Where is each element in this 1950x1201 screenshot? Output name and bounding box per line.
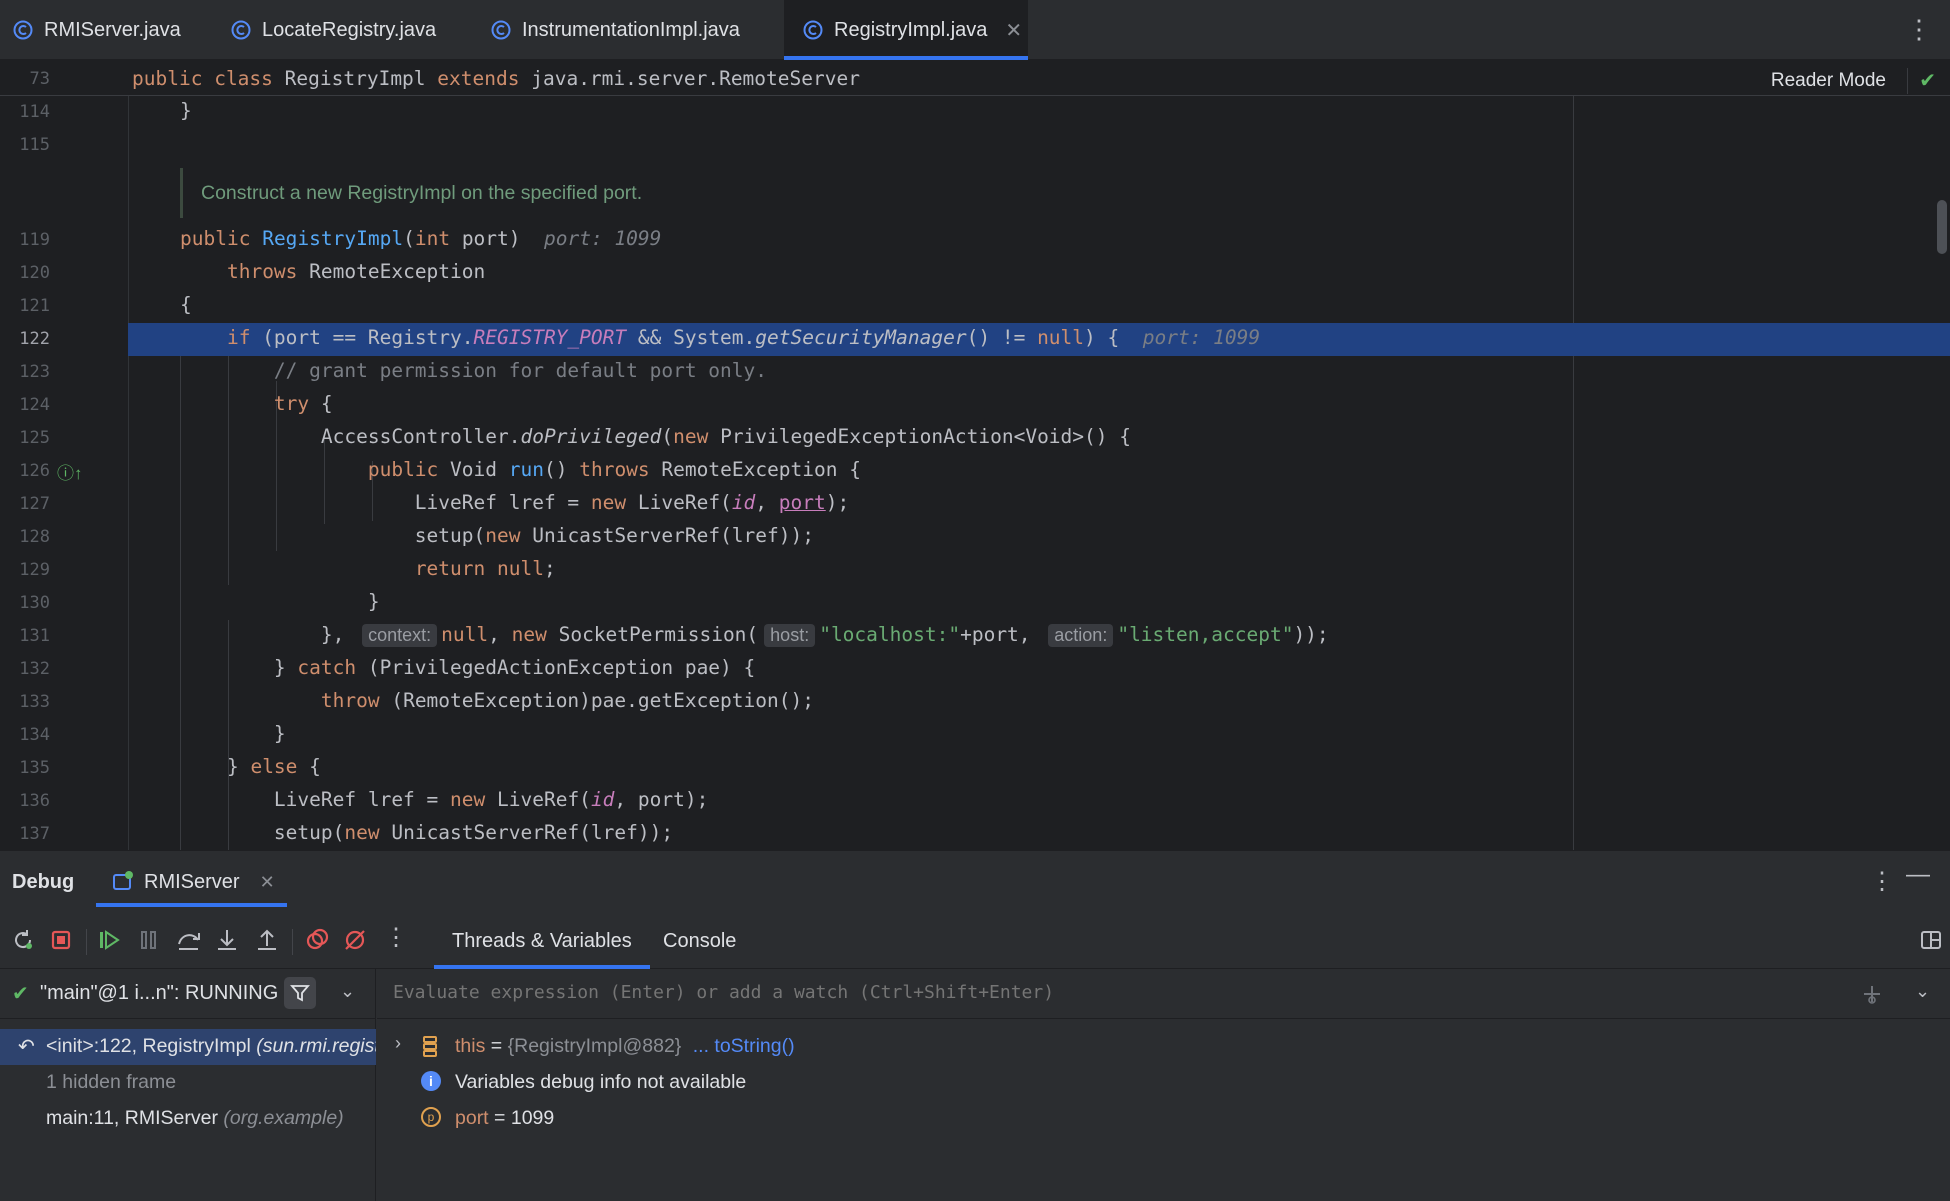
divider	[292, 929, 293, 955]
parameter-hint: action:	[1048, 624, 1114, 647]
debug-header: Debug RMIServer ✕ ⋮ —	[0, 851, 1950, 913]
resume-icon[interactable]	[96, 927, 122, 953]
hidden-frames-item[interactable]: 1 hidden frame	[0, 1065, 376, 1101]
evaluate-expression-input[interactable]	[393, 982, 1793, 1003]
more-options-icon[interactable]: ⋮	[1906, 14, 1932, 45]
close-icon[interactable]: ✕	[1005, 18, 1022, 43]
thread-label: "main"@1 i...n": RUNNING	[40, 982, 279, 1004]
add-watch-icon[interactable]	[1861, 983, 1883, 1005]
debug-tool-window: Debug RMIServer ✕ ⋮ — ⋮ Threads & Variab…	[0, 850, 1950, 1201]
object-field-icon	[423, 1036, 437, 1057]
parameter-hint: context:	[362, 624, 438, 647]
line-number: 73	[29, 69, 50, 89]
chevron-right-icon[interactable]: ›	[395, 1033, 401, 1054]
tab-registryimpl[interactable]: RegistryImpl.java ✕	[784, 0, 1028, 60]
code-line: 133 throw (RemoteException)pae.getExcept…	[19, 689, 814, 712]
debug-session-tab[interactable]: RMIServer ✕	[96, 851, 287, 913]
code-line: 131 }, context: null, new SocketPermissio…	[19, 623, 1329, 647]
code-line: 115	[19, 135, 50, 155]
java-class-icon	[231, 20, 251, 40]
tab-instrumentationimpl[interactable]: InstrumentationImpl.java	[476, 0, 776, 60]
run-config-icon	[113, 871, 133, 890]
code-line: 120 throws RemoteException	[19, 260, 486, 283]
evaluate-expression-bar: ⌄	[377, 969, 1950, 1019]
code-line: 135 } else {	[19, 755, 321, 778]
stack-frame[interactable]: ↶ <init>:122, RegistryImpl (sun.rmi.regi…	[0, 1029, 376, 1065]
tab-locateregistry[interactable]: LocateRegistry.java	[212, 0, 460, 60]
filter-button[interactable]	[284, 977, 316, 1009]
code-line: 136 LiveRef lref = new LiveRef(id, port)…	[19, 788, 709, 811]
checkmark-icon[interactable]: ✔	[1919, 68, 1936, 93]
frames-pane: ✔ "main"@1 i...n": RUNNING ⌄ ↶ <init>:12…	[0, 969, 376, 1201]
minimize-icon[interactable]: —	[1906, 861, 1930, 889]
checkmark-icon: ✔	[12, 983, 29, 1005]
rerun-icon[interactable]	[10, 927, 36, 953]
mute-breakpoints-icon[interactable]	[342, 927, 368, 953]
tab-label: LocateRegistry.java	[262, 18, 437, 41]
more-options-icon[interactable]: ⋮	[384, 923, 410, 951]
debug-toolbar: ⋮ Threads & Variables Console	[0, 913, 1950, 969]
variables-pane: ⌄ › this = {RegistryImpl@882} ... toStri…	[377, 969, 1950, 1201]
tab-threads-variables[interactable]: Threads & Variables	[434, 913, 650, 969]
parameter-hint: host:	[764, 624, 816, 647]
code-line: 126 ⓘ↑ public Void run() throws RemoteEx…	[19, 458, 861, 484]
pause-icon[interactable]	[136, 927, 162, 953]
code-line: 123 // grant permission for default port…	[19, 359, 768, 382]
code-line: 125 AccessController.doPrivileged(new Pr…	[19, 425, 1131, 448]
code-line: 137 setup(new UnicastServerRef(lref));	[19, 821, 674, 844]
code-line: 119 public RegistryImpl(int port) port: …	[19, 227, 662, 250]
code-line: 134 }	[19, 722, 286, 745]
chevron-down-icon[interactable]: ⌄	[1915, 981, 1930, 1002]
more-options-icon[interactable]: ⋮	[1870, 867, 1894, 896]
implements-method-icon[interactable]: ⓘ↑	[57, 459, 83, 484]
thread-selector[interactable]: ✔ "main"@1 i...n": RUNNING ⌄	[0, 969, 376, 1019]
info-icon: i	[421, 1071, 441, 1091]
editor-tab-bar: RMIServer.java LocateRegistry.java Instr…	[0, 0, 1950, 60]
sticky-code: public class RegistryImpl extends java.r…	[132, 67, 860, 90]
close-icon[interactable]: ✕	[260, 872, 275, 893]
stack-frame[interactable]: main:11, RMIServer (org.example)	[0, 1101, 376, 1137]
code-editor[interactable]: 73 public class RegistryImpl extends jav…	[0, 60, 1950, 850]
code-line: 128 setup(new UnicastServerRef(lref));	[19, 524, 814, 547]
code-line: 130 }	[19, 590, 380, 613]
tab-console[interactable]: Console	[645, 913, 754, 969]
code-line: 129 return null;	[19, 557, 556, 580]
tab-label: InstrumentationImpl.java	[522, 18, 740, 41]
layout-settings-icon[interactable]	[1918, 927, 1944, 953]
divider	[86, 929, 87, 955]
stop-icon[interactable]	[48, 927, 74, 953]
tab-rmiserver[interactable]: RMIServer.java	[0, 0, 212, 60]
reader-mode-button[interactable]: Reader Mode	[1771, 70, 1886, 92]
code-line: 114 }	[19, 99, 192, 122]
code-line: 124 try {	[19, 392, 333, 415]
step-out-icon[interactable]	[254, 927, 280, 953]
filter-icon	[290, 985, 310, 1002]
debug-title: Debug	[12, 871, 75, 893]
chevron-down-icon[interactable]: ⌄	[340, 981, 355, 1002]
step-over-icon[interactable]	[176, 927, 202, 953]
java-class-icon	[803, 20, 823, 40]
doc-comment: Construct a new RegistryImpl on the spec…	[180, 168, 642, 218]
code-line: 122 if (port == Registry.REGISTRY_PORT &…	[19, 326, 1261, 349]
code-line: 121 {	[19, 293, 192, 316]
code-line: 127 LiveRef lref = new LiveRef(id, port)…	[19, 491, 850, 514]
tab-label: RegistryImpl.java	[834, 18, 988, 41]
sticky-header: 73 public class RegistryImpl extends jav…	[0, 60, 1950, 96]
parameter-icon: p	[421, 1107, 441, 1127]
java-class-icon	[491, 20, 511, 40]
code-line: 132 } catch (PrivilegedActionException p…	[19, 656, 756, 679]
tab-label: RMIServer.java	[44, 18, 181, 41]
tostring-link[interactable]: ... toString()	[693, 1035, 795, 1057]
view-breakpoints-icon[interactable]	[304, 927, 330, 953]
step-into-icon[interactable]	[214, 927, 240, 953]
return-icon: ↶	[18, 1036, 35, 1058]
divider	[1907, 68, 1908, 94]
java-class-icon	[13, 20, 33, 40]
session-label: RMIServer	[144, 870, 240, 893]
